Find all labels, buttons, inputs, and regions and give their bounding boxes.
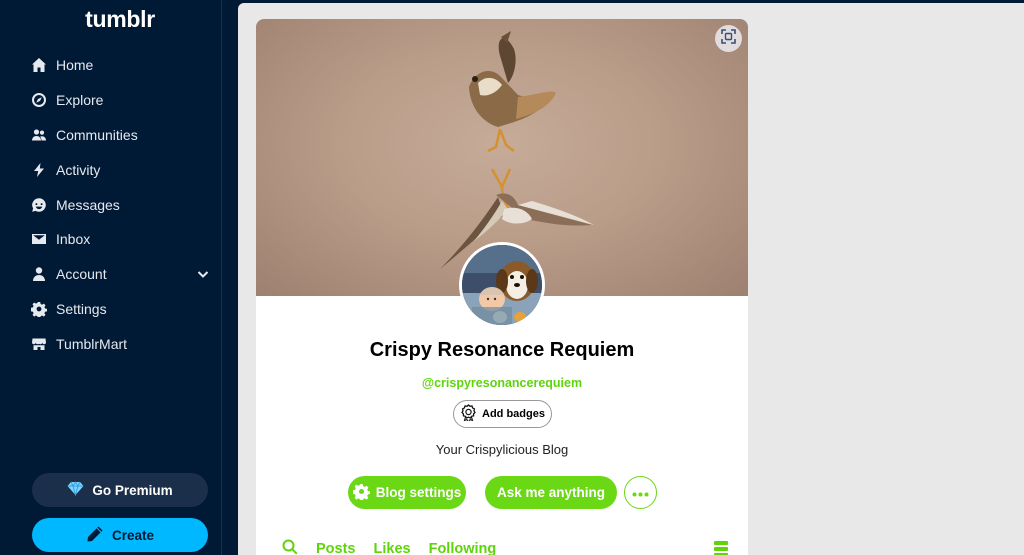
sidebar-item-explore[interactable]: Explore: [0, 83, 222, 118]
gear-icon: [352, 483, 370, 503]
avatar-image: [462, 245, 542, 325]
go-premium-label: Go Premium: [92, 482, 173, 498]
sidebar-item-tumblrmart[interactable]: TumblrMart: [0, 326, 222, 361]
ellipsis-icon: [632, 484, 649, 502]
blog-avatar[interactable]: [459, 242, 545, 328]
main-area: Crispy Resonance Requiem @crispyresonanc…: [238, 3, 1024, 555]
tab-following[interactable]: Following: [429, 541, 497, 555]
blog-settings-label: Blog settings: [375, 485, 462, 500]
go-premium-button[interactable]: Go Premium: [32, 473, 208, 507]
sidebar-item-label: Explore: [56, 92, 104, 109]
sidebar-item-label: Communities: [56, 126, 138, 143]
tab-posts[interactable]: Posts: [316, 541, 356, 555]
header-focus-button[interactable]: [715, 25, 742, 52]
sidebar-item-label: Activity: [56, 161, 101, 178]
blog-description: Your Crispylicious Blog: [435, 442, 569, 457]
gear-icon: [30, 300, 47, 317]
pencil-icon: [86, 525, 104, 546]
chat-smile-icon: [30, 196, 47, 213]
sidebar-item-label: Settings: [56, 300, 107, 317]
scan-focus-icon: [721, 28, 736, 49]
sidebar-item-label: Account: [56, 266, 107, 283]
tumblr-logo[interactable]: tumblr: [0, 6, 240, 33]
sidebar-item-messages[interactable]: Messages: [0, 187, 222, 222]
sidebar-item-label: Inbox: [56, 231, 91, 248]
badge-ribbon-icon: [460, 404, 477, 424]
sidebar-item-account[interactable]: Account: [0, 257, 222, 292]
compass-icon: [30, 92, 47, 109]
sidebar-nav: Home Explore Communities Activity Messag…: [0, 48, 222, 361]
sidebar-item-inbox[interactable]: Inbox: [0, 222, 222, 257]
envelope-icon: [30, 231, 47, 248]
tab-likes[interactable]: Likes: [374, 541, 411, 555]
blog-handle[interactable]: @crispyresonancerequiem: [256, 376, 748, 390]
diamond-icon: [67, 481, 84, 499]
add-badges-button[interactable]: Add badges: [453, 400, 552, 428]
blog-settings-button[interactable]: Blog settings: [348, 476, 466, 509]
lightning-icon: [30, 161, 47, 178]
chevron-down-icon[interactable]: [196, 267, 210, 281]
add-badges-label: Add badges: [482, 408, 545, 420]
people-icon: [30, 126, 47, 143]
ask-me-anything-button[interactable]: Ask me anything: [485, 476, 617, 509]
blog-title: Crispy Resonance Requiem: [369, 339, 635, 361]
sidebar-item-communities[interactable]: Communities: [0, 118, 222, 153]
sidebar-item-label: Home: [56, 57, 94, 74]
search-icon[interactable]: [282, 539, 298, 555]
create-button[interactable]: Create: [32, 518, 208, 552]
sidebar-item-label: Messages: [56, 196, 120, 213]
sidebar-item-settings[interactable]: Settings: [0, 292, 222, 327]
create-label: Create: [111, 527, 155, 543]
ask-me-anything-label: Ask me anything: [496, 485, 606, 500]
sidebar-item-activity[interactable]: Activity: [0, 152, 222, 187]
home-icon: [30, 57, 47, 74]
blog-tabs: Posts Likes Following: [282, 539, 496, 555]
blog-card: Crispy Resonance Requiem @crispyresonanc…: [256, 19, 748, 555]
sidebar-item-label: TumblrMart: [56, 335, 128, 352]
store-icon: [30, 335, 47, 352]
layout-view-icon[interactable]: [712, 539, 730, 555]
sidebar-item-home[interactable]: Home: [0, 48, 222, 83]
person-icon: [30, 266, 47, 283]
more-options-button[interactable]: [624, 476, 657, 509]
sidebar: tumblr Home Explore Communities Activity: [0, 0, 222, 555]
